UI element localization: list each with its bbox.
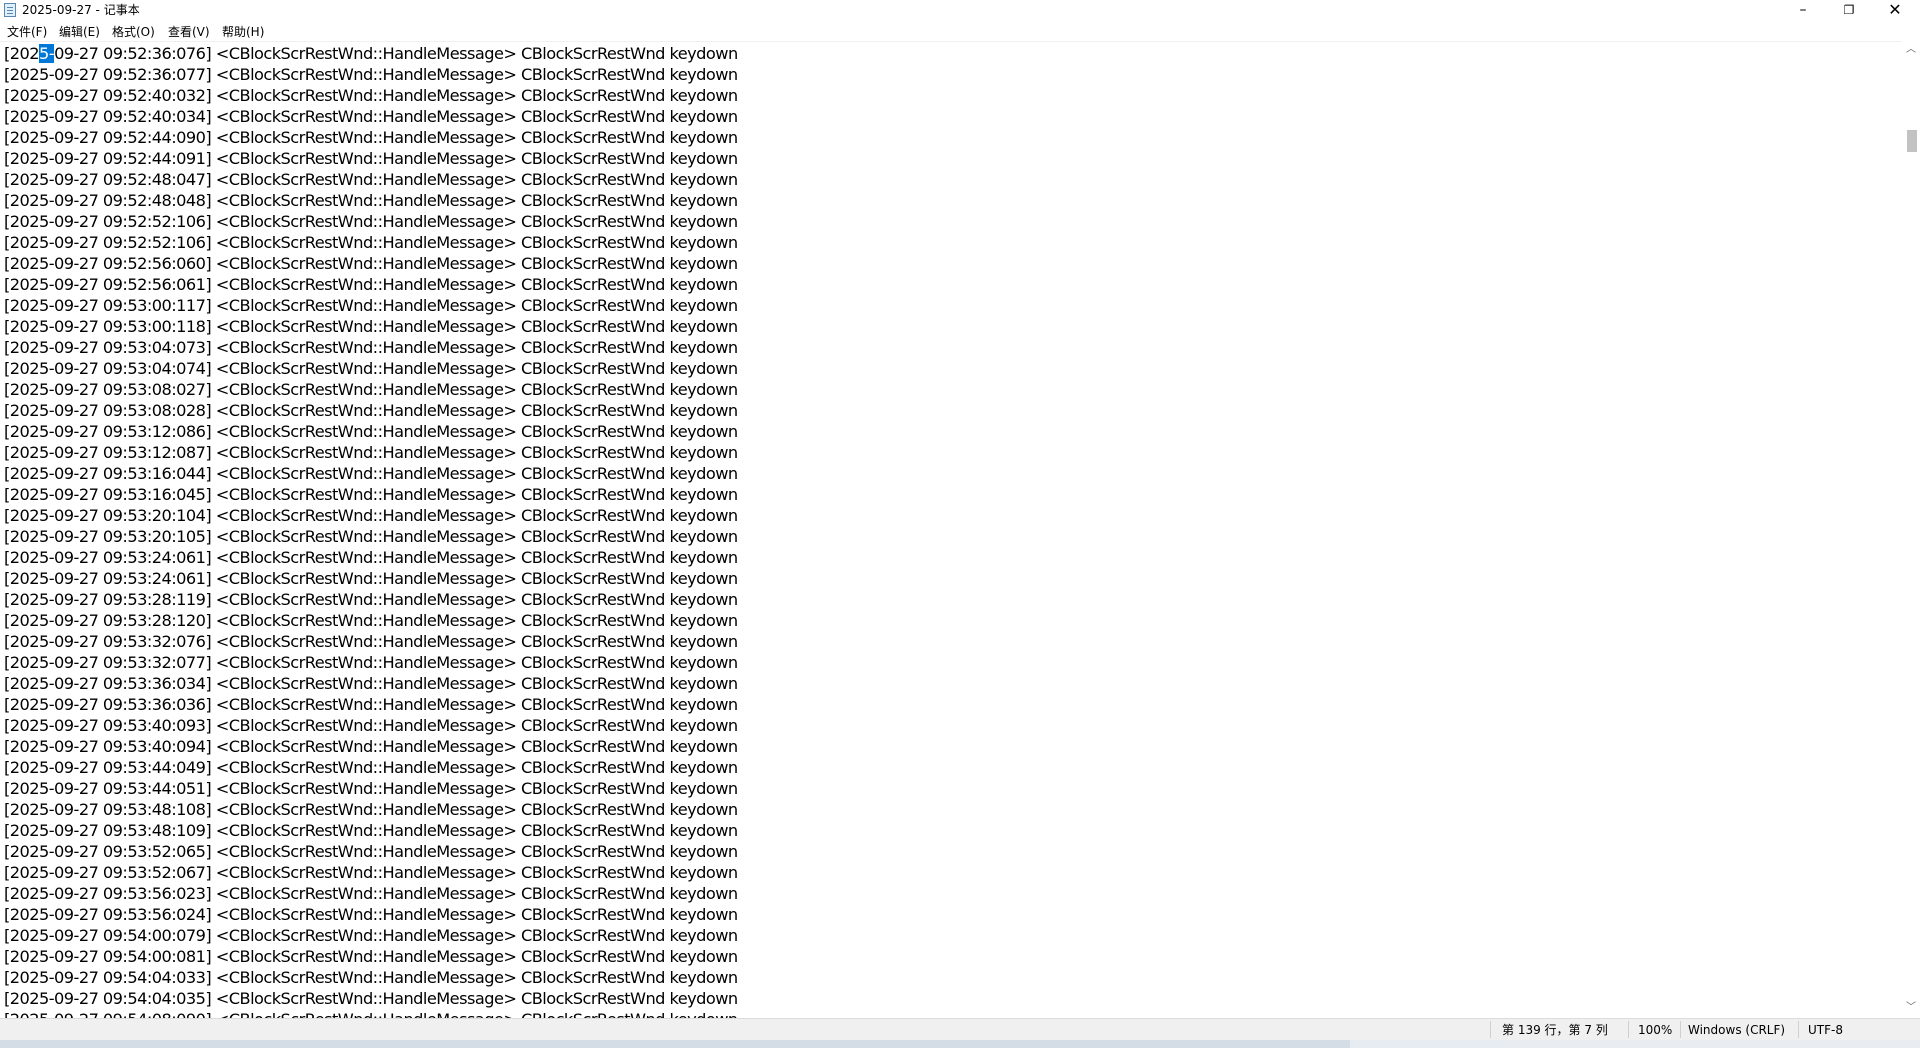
menu-bar: 文件(F) 编辑(E) 格式(O) 查看(V) 帮助(H) (0, 21, 1920, 41)
text-editor[interactable]: [2025-09-27 09:52:36:076] <CBlockScrRest… (0, 41, 1902, 1019)
horizontal-scroll-thumb[interactable] (0, 1040, 1350, 1048)
text-line-42[interactable]: [2025-09-27 09:53:56:024] <CBlockScrRest… (4, 904, 738, 925)
text-line-37[interactable]: [2025-09-27 09:53:48:108] <CBlockScrRest… (4, 799, 738, 820)
text-line-30[interactable]: [2025-09-27 09:53:32:077] <CBlockScrRest… (4, 652, 738, 673)
text-line-43[interactable]: [2025-09-27 09:54:00:079] <CBlockScrRest… (4, 925, 738, 946)
text-line-38[interactable]: [2025-09-27 09:53:48:109] <CBlockScrRest… (4, 820, 738, 841)
text-line-36[interactable]: [2025-09-27 09:53:44:051] <CBlockScrRest… (4, 778, 738, 799)
text-line-18[interactable]: [2025-09-27 09:53:08:028] <CBlockScrRest… (4, 400, 738, 421)
text-line-1[interactable]: [2025-09-27 09:52:36:076] <CBlockScrRest… (4, 43, 738, 64)
text-line-7[interactable]: [2025-09-27 09:52:48:047] <CBlockScrRest… (4, 169, 738, 190)
menu-file[interactable]: 文件(F) (6, 24, 48, 40)
window-title: 2025-09-27 - 记事本 (22, 3, 140, 17)
text-line-6[interactable]: [2025-09-27 09:52:44:091] <CBlockScrRest… (4, 148, 738, 169)
text-line-4[interactable]: [2025-09-27 09:52:40:034] <CBlockScrRest… (4, 106, 738, 127)
text-line-9[interactable]: [2025-09-27 09:52:52:106] <CBlockScrRest… (4, 211, 738, 232)
text-line-22[interactable]: [2025-09-27 09:53:16:045] <CBlockScrRest… (4, 484, 738, 505)
status-divider (1798, 1021, 1799, 1038)
line-ending: Windows (CRLF) (1688, 1023, 1786, 1037)
text-before-selection: [202 (4, 44, 40, 63)
selected-text[interactable]: 5- (39, 44, 55, 63)
text-line-17[interactable]: [2025-09-27 09:53:08:027] <CBlockScrRest… (4, 379, 738, 400)
text-line-10[interactable]: [2025-09-27 09:52:52:106] <CBlockScrRest… (4, 232, 738, 253)
text-line-21[interactable]: [2025-09-27 09:53:16:044] <CBlockScrRest… (4, 463, 738, 484)
menu-format[interactable]: 格式(O) (111, 24, 156, 40)
restore-button[interactable]: ❐ (1826, 0, 1872, 21)
text-line-13[interactable]: [2025-09-27 09:53:00:117] <CBlockScrRest… (4, 295, 738, 316)
text-line-44[interactable]: [2025-09-27 09:54:00:081] <CBlockScrRest… (4, 946, 738, 967)
text-line-27[interactable]: [2025-09-27 09:53:28:119] <CBlockScrRest… (4, 589, 738, 610)
text-line-5[interactable]: [2025-09-27 09:52:44:090] <CBlockScrRest… (4, 127, 738, 148)
horizontal-scrollbar[interactable] (0, 1040, 1920, 1048)
text-line-14[interactable]: [2025-09-27 09:53:00:118] <CBlockScrRest… (4, 316, 738, 337)
notepad-window: 2025-09-27 - 记事本 – ❐ ✕ 文件(F) 编辑(E) 格式(O)… (0, 0, 1920, 1048)
title-bar[interactable]: 2025-09-27 - 记事本 – ❐ ✕ (0, 0, 1920, 21)
text-line-33[interactable]: [2025-09-27 09:53:40:093] <CBlockScrRest… (4, 715, 738, 736)
text-line-24[interactable]: [2025-09-27 09:53:20:105] <CBlockScrRest… (4, 526, 738, 547)
text-line-32[interactable]: [2025-09-27 09:53:36:036] <CBlockScrRest… (4, 694, 738, 715)
text-line-31[interactable]: [2025-09-27 09:53:36:034] <CBlockScrRest… (4, 673, 738, 694)
scroll-down-icon[interactable]: ﹀ (1902, 1001, 1920, 1015)
text-line-25[interactable]: [2025-09-27 09:53:24:061] <CBlockScrRest… (4, 547, 738, 568)
scroll-thumb[interactable] (1907, 130, 1917, 152)
text-line-28[interactable]: [2025-09-27 09:53:28:120] <CBlockScrRest… (4, 610, 738, 631)
text-line-15[interactable]: [2025-09-27 09:53:04:073] <CBlockScrRest… (4, 337, 738, 358)
text-line-35[interactable]: [2025-09-27 09:53:44:049] <CBlockScrRest… (4, 757, 738, 778)
zoom-level: 100% (1638, 1023, 1673, 1037)
text-line-16[interactable]: [2025-09-27 09:53:04:074] <CBlockScrRest… (4, 358, 738, 379)
close-button[interactable]: ✕ (1872, 0, 1918, 21)
text-lines: [2025-09-27 09:52:36:076] <CBlockScrRest… (4, 43, 738, 1019)
text-after-selection: 09-27 09:52:36:076] <CBlockScrRestWnd::H… (54, 44, 738, 63)
status-divider (1680, 1021, 1681, 1038)
text-line-12[interactable]: [2025-09-27 09:52:56:061] <CBlockScrRest… (4, 274, 738, 295)
text-line-8[interactable]: [2025-09-27 09:52:48:048] <CBlockScrRest… (4, 190, 738, 211)
text-line-2[interactable]: [2025-09-27 09:52:36:077] <CBlockScrRest… (4, 64, 738, 85)
scroll-up-icon[interactable]: ︿ (1902, 43, 1920, 57)
text-line-39[interactable]: [2025-09-27 09:53:52:065] <CBlockScrRest… (4, 841, 738, 862)
text-line-11[interactable]: [2025-09-27 09:52:56:060] <CBlockScrRest… (4, 253, 738, 274)
status-divider (1628, 1021, 1629, 1038)
text-line-26[interactable]: [2025-09-27 09:53:24:061] <CBlockScrRest… (4, 568, 738, 589)
text-line-3[interactable]: [2025-09-27 09:52:40:032] <CBlockScrRest… (4, 85, 738, 106)
menu-edit[interactable]: 编辑(E) (58, 24, 101, 40)
scrollbar-corner (1505, 1040, 1920, 1048)
text-line-45[interactable]: [2025-09-27 09:54:04:033] <CBlockScrRest… (4, 967, 738, 988)
encoding: UTF-8 (1808, 1023, 1843, 1037)
status-bar: 第 139 行，第 7 列 100% Windows (CRLF) UTF-8 (0, 1018, 1920, 1040)
text-line-34[interactable]: [2025-09-27 09:53:40:094] <CBlockScrRest… (4, 736, 738, 757)
text-line-20[interactable]: [2025-09-27 09:53:12:087] <CBlockScrRest… (4, 442, 738, 463)
menu-view[interactable]: 查看(V) (167, 24, 211, 40)
text-line-23[interactable]: [2025-09-27 09:53:20:104] <CBlockScrRest… (4, 505, 738, 526)
status-divider (1490, 1021, 1491, 1038)
text-line-41[interactable]: [2025-09-27 09:53:56:023] <CBlockScrRest… (4, 883, 738, 904)
minimize-button[interactable]: – (1780, 0, 1826, 21)
text-line-46[interactable]: [2025-09-27 09:54:04:035] <CBlockScrRest… (4, 988, 738, 1009)
text-line-19[interactable]: [2025-09-27 09:53:12:086] <CBlockScrRest… (4, 421, 738, 442)
text-line-29[interactable]: [2025-09-27 09:53:32:076] <CBlockScrRest… (4, 631, 738, 652)
notepad-icon (4, 3, 16, 17)
menu-help[interactable]: 帮助(H) (221, 24, 265, 40)
cursor-position: 第 139 行，第 7 列 (1502, 1023, 1608, 1037)
vertical-scrollbar[interactable]: ︿ ﹀ (1902, 41, 1920, 1018)
text-line-40[interactable]: [2025-09-27 09:53:52:067] <CBlockScrRest… (4, 862, 738, 883)
